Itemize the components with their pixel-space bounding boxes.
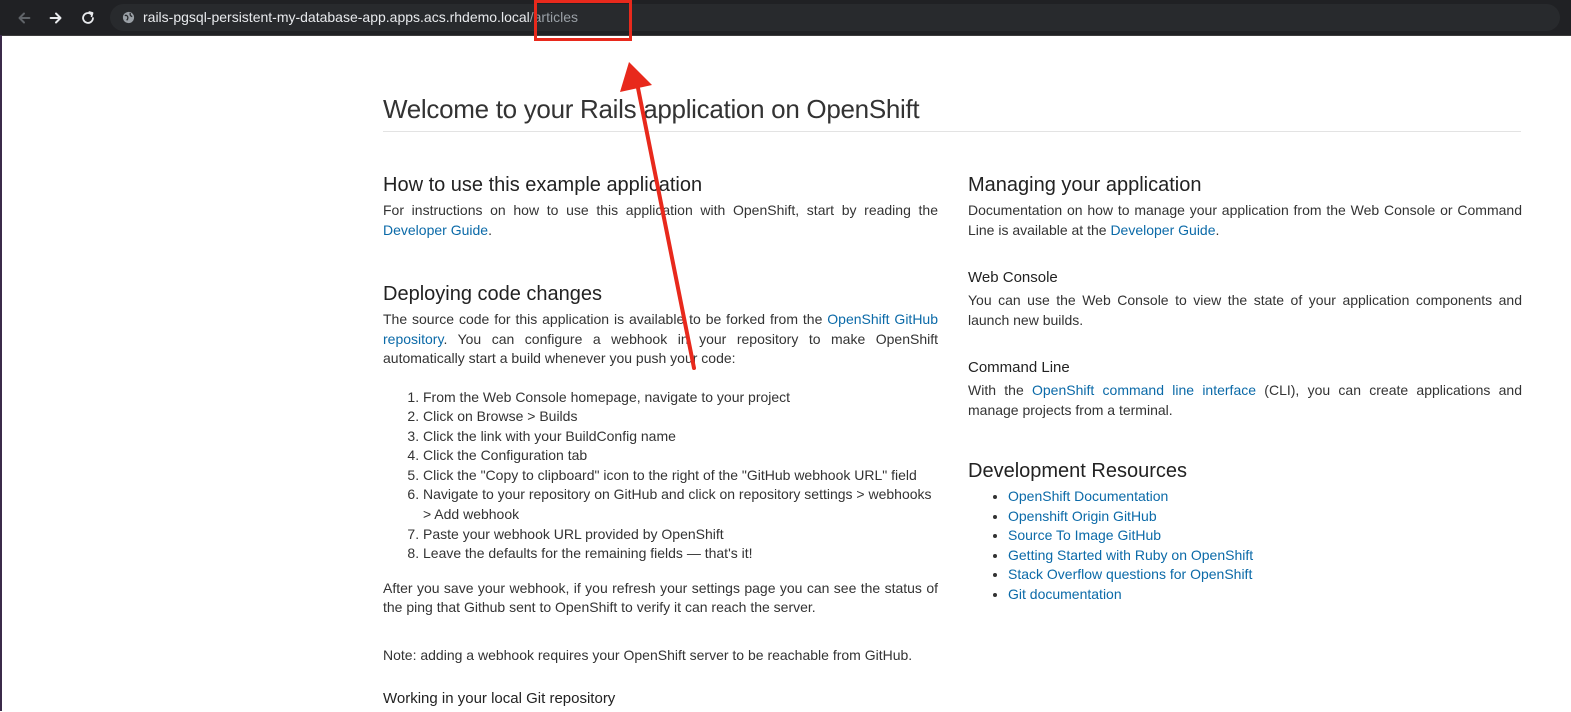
command-line-text: With the OpenShift command line interfac… bbox=[968, 381, 1522, 420]
resource-link-git-docs[interactable]: Git documentation bbox=[1008, 586, 1122, 602]
resources-heading: Development Resources bbox=[968, 460, 1187, 482]
reload-icon[interactable] bbox=[78, 8, 98, 28]
list-item: Git documentation bbox=[1008, 585, 1522, 605]
page-title: Welcome to your Rails application on Ope… bbox=[383, 94, 1521, 132]
deploying-heading: Deploying code changes bbox=[383, 283, 603, 305]
list-item: OpenShift Documentation bbox=[1008, 487, 1522, 507]
deploying-text: The source code for this application is … bbox=[383, 310, 938, 369]
url-host-tail: ocal bbox=[504, 9, 530, 25]
resource-link-s2i-github[interactable]: Source To Image GitHub bbox=[1008, 527, 1161, 543]
url-text: rails-pgsql-persistent-my-database-app.a… bbox=[143, 9, 578, 26]
webhook-steps-list: From the Web Console homepage, navigate … bbox=[383, 388, 938, 564]
left-column: How to use this example application For … bbox=[383, 173, 938, 712]
how-to-body: For instructions on how to use this appl… bbox=[383, 202, 938, 218]
list-item: Stack Overflow questions for OpenShift bbox=[1008, 565, 1522, 585]
list-item: From the Web Console homepage, navigate … bbox=[423, 388, 938, 408]
list-item: Leave the defaults for the remaining fie… bbox=[423, 544, 938, 564]
list-item: Openshift Origin GitHub bbox=[1008, 507, 1522, 527]
deploying-section: Deploying code changes The source code f… bbox=[383, 282, 938, 708]
after-webhook-text: After you save your webhook, if you refr… bbox=[383, 579, 938, 616]
list-item: Source To Image GitHub bbox=[1008, 526, 1522, 546]
web-console-section: Web Console You can use the Web Console … bbox=[968, 268, 1522, 330]
list-item: Click the Configuration tab bbox=[423, 446, 938, 466]
resource-link-openshift-docs[interactable]: OpenShift Documentation bbox=[1008, 488, 1168, 504]
window-edge bbox=[0, 35, 2, 711]
address-bar[interactable]: rails-pgsql-persistent-my-database-app.a… bbox=[110, 4, 1560, 31]
how-to-section: How to use this example application For … bbox=[383, 173, 938, 240]
local-git-heading: Working in your local Git repository bbox=[383, 690, 616, 708]
list-item: Getting Started with Ruby on OpenShift bbox=[1008, 546, 1522, 566]
resource-link-ruby-getting-started[interactable]: Getting Started with Ruby on OpenShift bbox=[1008, 547, 1253, 563]
web-console-heading: Web Console bbox=[968, 269, 1058, 286]
command-line-heading: Command Line bbox=[968, 359, 1070, 376]
developer-guide-link[interactable]: Developer Guide bbox=[383, 222, 488, 238]
list-item: Click on Browse > Builds bbox=[423, 407, 938, 427]
back-arrow-icon[interactable] bbox=[14, 8, 34, 28]
list-item: Navigate to your repository on GitHub an… bbox=[423, 485, 938, 524]
annotation-highlight-box bbox=[534, 0, 632, 41]
deploying-body-1: The source code for this application is … bbox=[383, 311, 828, 327]
command-line-body-1: With the bbox=[968, 382, 1032, 398]
forward-arrow-icon[interactable] bbox=[46, 8, 66, 28]
how-to-text: For instructions on how to use this appl… bbox=[383, 201, 938, 240]
webhook-note: Note: adding a webhook requires your Ope… bbox=[383, 646, 913, 663]
managing-text: Documentation on how to manage your appl… bbox=[968, 201, 1522, 240]
command-line-section: Command Line With the OpenShift command … bbox=[968, 358, 1522, 420]
list-item: Paste your webhook URL provided by OpenS… bbox=[423, 525, 938, 545]
managing-end: . bbox=[1215, 221, 1220, 238]
globe-icon bbox=[122, 11, 135, 24]
url-host: rails-pgsql-persistent-my-database-app.a… bbox=[143, 9, 505, 25]
deploying-body-2: . You can configure a webhook in your re… bbox=[383, 330, 938, 367]
resource-link-origin-github[interactable]: Openshift Origin GitHub bbox=[1008, 508, 1157, 524]
list-item: Click the link with your BuildConfig nam… bbox=[423, 427, 938, 447]
web-console-text: You can use the Web Console to view the … bbox=[968, 292, 1522, 328]
openshift-cli-link[interactable]: OpenShift command line interface bbox=[1032, 382, 1256, 398]
managing-section: Managing your application Documentation … bbox=[968, 173, 1522, 240]
managing-body: Documentation on how to manage your appl… bbox=[968, 202, 1522, 238]
resources-list: OpenShift Documentation Openshift Origin… bbox=[968, 487, 1522, 605]
developer-guide-link-2[interactable]: Developer Guide bbox=[1110, 222, 1215, 238]
browser-toolbar: rails-pgsql-persistent-my-database-app.a… bbox=[0, 0, 1571, 36]
how-to-heading: How to use this example application bbox=[383, 174, 703, 196]
how-to-end: . bbox=[488, 221, 492, 238]
resources-section: Development Resources OpenShift Document… bbox=[968, 459, 1522, 605]
right-column: Managing your application Documentation … bbox=[968, 173, 1522, 605]
managing-heading: Managing your application bbox=[968, 174, 1202, 196]
resource-link-stack-overflow[interactable]: Stack Overflow questions for OpenShift bbox=[1008, 566, 1252, 582]
list-item: Click the "Copy to clipboard" icon to th… bbox=[423, 466, 938, 486]
